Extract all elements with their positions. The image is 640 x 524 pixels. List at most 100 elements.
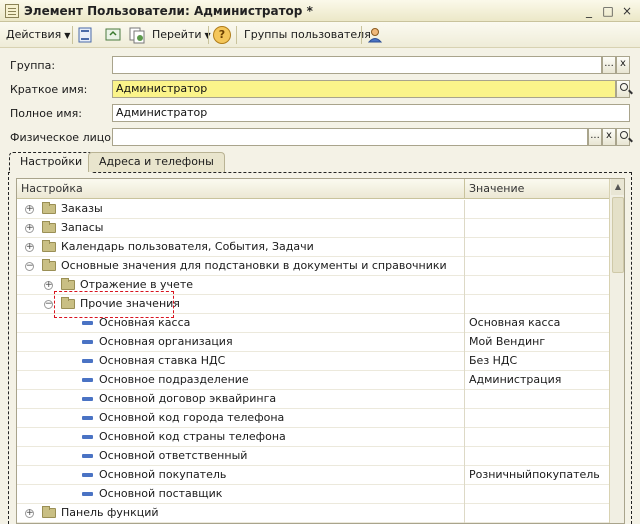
vertical-scrollbar[interactable]: ▲ [609,179,624,523]
table-row[interactable]: Основная ставка НДС Без НДС [17,352,609,371]
table-row[interactable]: + Заказы [17,200,609,219]
column-header-value[interactable]: Значение [469,182,524,195]
setting-item-icon [82,473,93,477]
minimize-button[interactable]: _ [581,3,597,19]
row-value[interactable]: Без НДС [469,354,517,367]
row-value[interactable]: Мой Вендинг [469,335,545,348]
scroll-up-arrow[interactable]: ▲ [611,179,624,195]
column-divider [464,179,465,199]
table-row[interactable]: Основная организация Мой Вендинг [17,333,609,352]
expand-icon[interactable]: + [25,205,34,214]
short-name-field[interactable]: Администратор [112,80,616,98]
table-row[interactable]: − Прочие значения [17,295,609,314]
user-icon[interactable] [366,26,384,44]
row-label: Панель функций [61,506,159,519]
column-divider [464,295,465,314]
folder-icon [42,202,56,214]
row-label: Основная ставка НДС [99,354,226,367]
column-divider [464,466,465,485]
group-select-button[interactable]: ... [602,56,616,74]
expand-icon[interactable]: + [25,509,34,518]
folder-icon [42,259,56,271]
help-icon[interactable]: ? [213,26,231,44]
column-divider [464,447,465,466]
folder-icon [61,278,75,290]
row-label: Заказы [61,202,103,215]
table-row[interactable]: Основной покупатель Розничныйпокупатель [17,466,609,485]
toolbar-divider [208,26,209,44]
document-icon [5,4,19,18]
table-row[interactable]: Основное подразделение Администрация [17,371,609,390]
search-icon [620,83,628,91]
column-divider [464,238,465,257]
row-value[interactable]: Основная касса [469,316,560,329]
expand-icon[interactable]: + [25,224,34,233]
row-label: Основной поставщик [99,487,223,500]
refresh-icon[interactable] [104,26,122,44]
user-groups-button[interactable]: Группы пользователя [244,26,371,44]
group-clear-button[interactable]: x [616,56,630,74]
table-row[interactable]: + Отражение в учете [17,276,609,295]
toolbar: Действия▼ Перейти▼ ? Группы пользователя [0,22,640,48]
row-label: Основной договор эквайринга [99,392,277,405]
collapse-icon[interactable]: − [44,300,53,309]
setting-item-icon [82,378,93,382]
table-header: Настройка Значение [17,179,609,199]
table-row[interactable]: Основной код страны телефона [17,428,609,447]
toolbar-divider [72,26,73,44]
column-divider [464,428,465,447]
column-divider [464,257,465,276]
table-row[interactable]: + Запасы [17,219,609,238]
row-label: Запасы [61,221,104,234]
column-divider [464,390,465,409]
setting-item-icon [82,492,93,496]
person-clear-button[interactable]: x [602,128,616,146]
setting-item-icon [82,416,93,420]
setting-item-icon [82,340,93,344]
full-name-field[interactable]: Администратор [112,104,630,122]
table-row[interactable]: + Календарь пользователя, События, Задачи [17,238,609,257]
person-select-button[interactable]: ... [588,128,602,146]
group-field[interactable] [112,56,602,74]
table-row[interactable]: − Основные значения для подстановки в док… [17,257,609,276]
row-label: Основное подразделение [99,373,249,386]
table-row[interactable]: Основной поставщик [17,485,609,504]
actions-label: Действия [6,28,62,41]
column-divider [464,504,465,523]
collapse-icon[interactable]: − [25,262,34,271]
table-row[interactable]: + Панель функций [17,504,609,523]
expand-icon[interactable]: + [25,243,34,252]
table-row[interactable]: Основная касса Основная касса [17,314,609,333]
short-name-label: Краткое имя: [10,83,88,96]
table-row[interactable]: Основной код города телефона [17,409,609,428]
title-bar: Элемент Пользователи: Администратор * _ … [0,0,640,22]
goto-menu[interactable]: Перейти▼ [152,26,211,44]
row-value[interactable]: Розничныйпокупатель [469,468,600,481]
row-label: Основной код страны телефона [99,430,286,443]
person-search-button[interactable] [616,128,630,146]
short-name-search-button[interactable] [616,80,630,98]
setting-item-icon [82,397,93,401]
search-icon [620,131,628,139]
column-divider [464,314,465,333]
tab-settings[interactable]: Настройки [9,152,94,173]
copy-icon[interactable] [128,26,146,44]
scroll-thumb[interactable] [612,197,624,273]
table-row[interactable]: Основной ответственный [17,447,609,466]
folder-icon [42,221,56,233]
actions-menu[interactable]: Действия ▼ [6,26,70,44]
expand-icon[interactable]: + [44,281,53,290]
row-value[interactable]: Администрация [469,373,561,386]
tab-addresses-phones[interactable]: Адреса и телефоны [88,152,225,172]
column-divider [464,333,465,352]
settings-table: Настройка Значение + Заказы + Запасы + Календ… [16,178,625,524]
save-icon[interactable] [76,26,94,44]
column-header-setting[interactable]: Настройка [21,182,83,195]
toolbar-divider [236,26,237,44]
close-button[interactable]: × [619,3,635,19]
table-row[interactable]: Основной договор эквайринга [17,390,609,409]
person-field[interactable] [112,128,588,146]
row-label: Основная организация [99,335,233,348]
maximize-button[interactable]: □ [600,3,616,19]
folder-icon [61,297,75,309]
